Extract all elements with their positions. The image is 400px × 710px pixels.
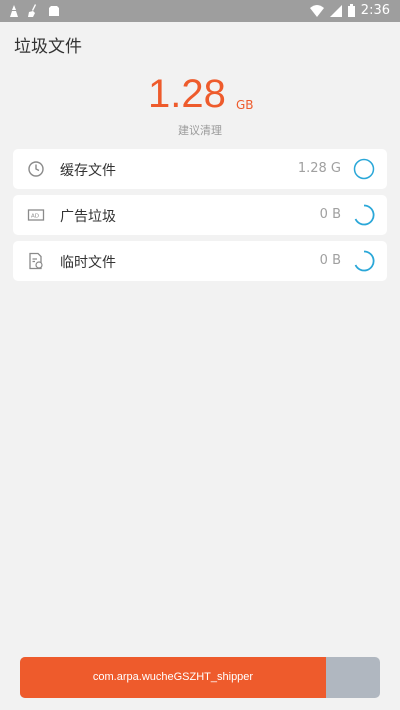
scanning-package-name: com.arpa.wucheGSZHT_shipper [92, 671, 254, 683]
category-label: 广告垃圾 [60, 209, 116, 225]
temp-file-icon [29, 252, 43, 270]
svg-text:AD: AD [31, 214, 39, 220]
category-label: 临时文件 [60, 255, 116, 271]
suggest-clean-hint: 建议清理 [178, 124, 222, 137]
category-ad-junk[interactable]: AD 广告垃圾 0 B [13, 195, 387, 235]
status-time: 2:36 [360, 3, 390, 18]
clock-icon [28, 161, 44, 177]
title-bar: 垃圾文件 [0, 22, 400, 62]
notification-icon [10, 5, 18, 17]
sd-card-icon [49, 6, 59, 16]
junk-summary: 1.28 GB 建议清理 [0, 72, 400, 137]
junk-category-list: 缓存文件 1.28 G AD 广告垃圾 0 B 临时文件 0 B [13, 149, 387, 287]
category-label: 缓存文件 [60, 163, 116, 179]
ad-icon: AD [27, 209, 45, 221]
scanning-spinner-icon [354, 250, 375, 272]
category-cache-files[interactable]: 缓存文件 1.28 G [13, 149, 387, 189]
status-bar: 2:36 [0, 0, 400, 22]
page-title: 垃圾文件 [14, 37, 82, 57]
category-temp-files[interactable]: 临时文件 0 B [13, 241, 387, 281]
scanning-spinner-icon [354, 204, 375, 226]
scan-progress-bar[interactable]: com.arpa.wucheGSZHT_shipper [20, 657, 380, 698]
signal-icon [329, 4, 342, 17]
junk-size-unit: GB [236, 98, 254, 112]
wifi-icon [309, 4, 324, 17]
broom-icon [28, 4, 36, 17]
category-size: 0 B [319, 207, 341, 222]
scan-complete-circle-icon [353, 158, 375, 180]
junk-size-value: 1.28 [148, 72, 226, 116]
category-size: 1.28 G [297, 161, 341, 176]
battery-icon [347, 4, 355, 17]
category-size: 0 B [319, 253, 341, 268]
